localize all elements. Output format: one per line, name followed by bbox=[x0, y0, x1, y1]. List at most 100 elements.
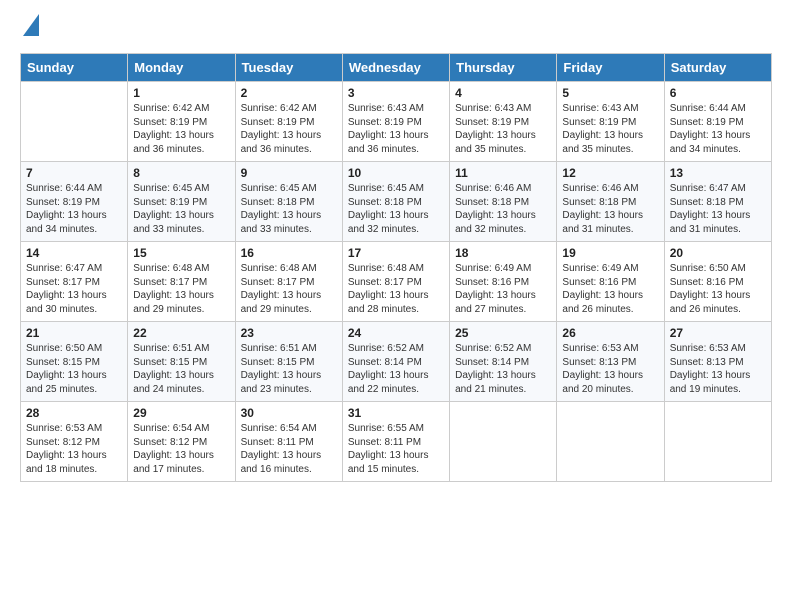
day-info: Sunrise: 6:42 AMSunset: 8:19 PMDaylight:… bbox=[241, 102, 337, 156]
day-info: Sunrise: 6:45 AMSunset: 8:18 PMDaylight:… bbox=[348, 182, 444, 236]
day-info: Sunrise: 6:44 AMSunset: 8:19 PMDaylight:… bbox=[670, 102, 766, 156]
day-info: Sunrise: 6:43 AMSunset: 8:19 PMDaylight:… bbox=[562, 102, 658, 156]
day-number: 26 bbox=[562, 326, 658, 340]
day-number: 22 bbox=[133, 326, 229, 340]
day-info: Sunrise: 6:53 AMSunset: 8:13 PMDaylight:… bbox=[562, 342, 658, 396]
day-info: Sunrise: 6:47 AMSunset: 8:17 PMDaylight:… bbox=[26, 262, 122, 316]
day-number: 2 bbox=[241, 86, 337, 100]
day-info: Sunrise: 6:46 AMSunset: 8:18 PMDaylight:… bbox=[562, 182, 658, 236]
col-header-friday: Friday bbox=[557, 54, 664, 82]
day-number: 14 bbox=[26, 246, 122, 260]
day-number: 6 bbox=[670, 86, 766, 100]
calendar-cell: 4Sunrise: 6:43 AMSunset: 8:19 PMDaylight… bbox=[450, 82, 557, 162]
day-number: 27 bbox=[670, 326, 766, 340]
week-row-3: 14 Sunrise: 6:47 AMSunset: 8:17 PMDayligh… bbox=[21, 242, 772, 322]
calendar-cell: 27 Sunrise: 6:53 AMSunset: 8:13 PMDayligh… bbox=[664, 322, 771, 402]
calendar-cell: 22Sunrise: 6:51 AMSunset: 8:15 PMDayligh… bbox=[128, 322, 235, 402]
day-info: Sunrise: 6:53 AMSunset: 8:12 PMDaylight:… bbox=[26, 422, 122, 476]
day-number: 13 bbox=[670, 166, 766, 180]
week-row-1: 1 Sunrise: 6:42 AMSunset: 8:19 PMDaylight… bbox=[21, 82, 772, 162]
calendar-cell: 5 Sunrise: 6:43 AMSunset: 8:19 PMDaylight… bbox=[557, 82, 664, 162]
day-info: Sunrise: 6:46 AMSunset: 8:18 PMDaylight:… bbox=[455, 182, 551, 236]
day-number: 11 bbox=[455, 166, 551, 180]
logo-triangle-icon bbox=[23, 8, 39, 41]
col-header-saturday: Saturday bbox=[664, 54, 771, 82]
calendar-cell: 21 Sunrise: 6:50 AMSunset: 8:15 PMDayligh… bbox=[21, 322, 128, 402]
day-number: 24 bbox=[348, 326, 444, 340]
day-info: Sunrise: 6:54 AMSunset: 8:11 PMDaylight:… bbox=[241, 422, 337, 476]
calendar-header-row: SundayMondayTuesdayWednesdayThursdayFrid… bbox=[21, 54, 772, 82]
calendar-cell: 14 Sunrise: 6:47 AMSunset: 8:17 PMDayligh… bbox=[21, 242, 128, 322]
day-number: 9 bbox=[241, 166, 337, 180]
col-header-thursday: Thursday bbox=[450, 54, 557, 82]
day-info: Sunrise: 6:44 AMSunset: 8:19 PMDaylight:… bbox=[26, 182, 122, 236]
logo bbox=[20, 16, 39, 41]
day-info: Sunrise: 6:52 AMSunset: 8:14 PMDaylight:… bbox=[348, 342, 444, 396]
calendar-cell: 30 Sunrise: 6:54 AMSunset: 8:11 PMDayligh… bbox=[235, 402, 342, 482]
day-info: Sunrise: 6:50 AMSunset: 8:15 PMDaylight:… bbox=[26, 342, 122, 396]
week-row-4: 21 Sunrise: 6:50 AMSunset: 8:15 PMDayligh… bbox=[21, 322, 772, 402]
day-number: 17 bbox=[348, 246, 444, 260]
day-number: 10 bbox=[348, 166, 444, 180]
day-number: 25 bbox=[455, 326, 551, 340]
day-info: Sunrise: 6:49 AMSunset: 8:16 PMDaylight:… bbox=[562, 262, 658, 316]
day-info: Sunrise: 6:42 AMSunset: 8:19 PMDaylight:… bbox=[133, 102, 229, 156]
calendar-cell: 20 Sunrise: 6:50 AMSunset: 8:16 PMDayligh… bbox=[664, 242, 771, 322]
day-number: 5 bbox=[562, 86, 658, 100]
day-number: 1 bbox=[133, 86, 229, 100]
calendar-cell: 2 Sunrise: 6:42 AMSunset: 8:19 PMDaylight… bbox=[235, 82, 342, 162]
day-info: Sunrise: 6:45 AMSunset: 8:18 PMDaylight:… bbox=[241, 182, 337, 236]
day-number: 20 bbox=[670, 246, 766, 260]
day-number: 28 bbox=[26, 406, 122, 420]
day-info: Sunrise: 6:51 AMSunset: 8:15 PMDaylight:… bbox=[241, 342, 337, 396]
day-number: 15 bbox=[133, 246, 229, 260]
day-number: 30 bbox=[241, 406, 337, 420]
week-row-2: 7 Sunrise: 6:44 AMSunset: 8:19 PMDaylight… bbox=[21, 162, 772, 242]
calendar-cell: 1 Sunrise: 6:42 AMSunset: 8:19 PMDaylight… bbox=[128, 82, 235, 162]
calendar-table: SundayMondayTuesdayWednesdayThursdayFrid… bbox=[20, 53, 772, 482]
col-header-tuesday: Tuesday bbox=[235, 54, 342, 82]
calendar-cell: 15 Sunrise: 6:48 AMSunset: 8:17 PMDayligh… bbox=[128, 242, 235, 322]
header bbox=[20, 16, 772, 41]
day-number: 8 bbox=[133, 166, 229, 180]
day-number: 31 bbox=[348, 406, 444, 420]
calendar-cell: 10 Sunrise: 6:45 AMSunset: 8:18 PMDayligh… bbox=[342, 162, 449, 242]
day-number: 3 bbox=[348, 86, 444, 100]
day-number: 19 bbox=[562, 246, 658, 260]
day-info: Sunrise: 6:53 AMSunset: 8:13 PMDaylight:… bbox=[670, 342, 766, 396]
day-number: 7 bbox=[26, 166, 122, 180]
calendar-cell: 18Sunrise: 6:49 AMSunset: 8:16 PMDayligh… bbox=[450, 242, 557, 322]
week-row-5: 28 Sunrise: 6:53 AMSunset: 8:12 PMDayligh… bbox=[21, 402, 772, 482]
calendar-cell: 23 Sunrise: 6:51 AMSunset: 8:15 PMDayligh… bbox=[235, 322, 342, 402]
calendar-cell: 16Sunrise: 6:48 AMSunset: 8:17 PMDayligh… bbox=[235, 242, 342, 322]
day-number: 12 bbox=[562, 166, 658, 180]
col-header-sunday: Sunday bbox=[21, 54, 128, 82]
calendar-cell: 29Sunrise: 6:54 AMSunset: 8:12 PMDayligh… bbox=[128, 402, 235, 482]
calendar-cell bbox=[21, 82, 128, 162]
calendar-cell: 8 Sunrise: 6:45 AMSunset: 8:19 PMDaylight… bbox=[128, 162, 235, 242]
day-info: Sunrise: 6:52 AMSunset: 8:14 PMDaylight:… bbox=[455, 342, 551, 396]
day-info: Sunrise: 6:43 AMSunset: 8:19 PMDaylight:… bbox=[348, 102, 444, 156]
day-info: Sunrise: 6:48 AMSunset: 8:17 PMDaylight:… bbox=[133, 262, 229, 316]
calendar-cell: 13 Sunrise: 6:47 AMSunset: 8:18 PMDayligh… bbox=[664, 162, 771, 242]
day-info: Sunrise: 6:49 AMSunset: 8:16 PMDaylight:… bbox=[455, 262, 551, 316]
day-number: 29 bbox=[133, 406, 229, 420]
day-info: Sunrise: 6:47 AMSunset: 8:18 PMDaylight:… bbox=[670, 182, 766, 236]
page: SundayMondayTuesdayWednesdayThursdayFrid… bbox=[0, 0, 792, 498]
day-number: 23 bbox=[241, 326, 337, 340]
calendar-cell: 28 Sunrise: 6:53 AMSunset: 8:12 PMDayligh… bbox=[21, 402, 128, 482]
col-header-wednesday: Wednesday bbox=[342, 54, 449, 82]
calendar-cell: 7 Sunrise: 6:44 AMSunset: 8:19 PMDaylight… bbox=[21, 162, 128, 242]
day-info: Sunrise: 6:45 AMSunset: 8:19 PMDaylight:… bbox=[133, 182, 229, 236]
calendar-cell: 19 Sunrise: 6:49 AMSunset: 8:16 PMDayligh… bbox=[557, 242, 664, 322]
logo-text bbox=[20, 16, 39, 41]
day-info: Sunrise: 6:43 AMSunset: 8:19 PMDaylight:… bbox=[455, 102, 551, 156]
calendar-cell: 24 Sunrise: 6:52 AMSunset: 8:14 PMDayligh… bbox=[342, 322, 449, 402]
calendar-cell: 6 Sunrise: 6:44 AMSunset: 8:19 PMDaylight… bbox=[664, 82, 771, 162]
calendar-cell: 31Sunrise: 6:55 AMSunset: 8:11 PMDayligh… bbox=[342, 402, 449, 482]
day-number: 21 bbox=[26, 326, 122, 340]
day-info: Sunrise: 6:50 AMSunset: 8:16 PMDaylight:… bbox=[670, 262, 766, 316]
calendar-cell: 25 Sunrise: 6:52 AMSunset: 8:14 PMDayligh… bbox=[450, 322, 557, 402]
calendar-cell: 11 Sunrise: 6:46 AMSunset: 8:18 PMDayligh… bbox=[450, 162, 557, 242]
calendar-cell: 26 Sunrise: 6:53 AMSunset: 8:13 PMDayligh… bbox=[557, 322, 664, 402]
